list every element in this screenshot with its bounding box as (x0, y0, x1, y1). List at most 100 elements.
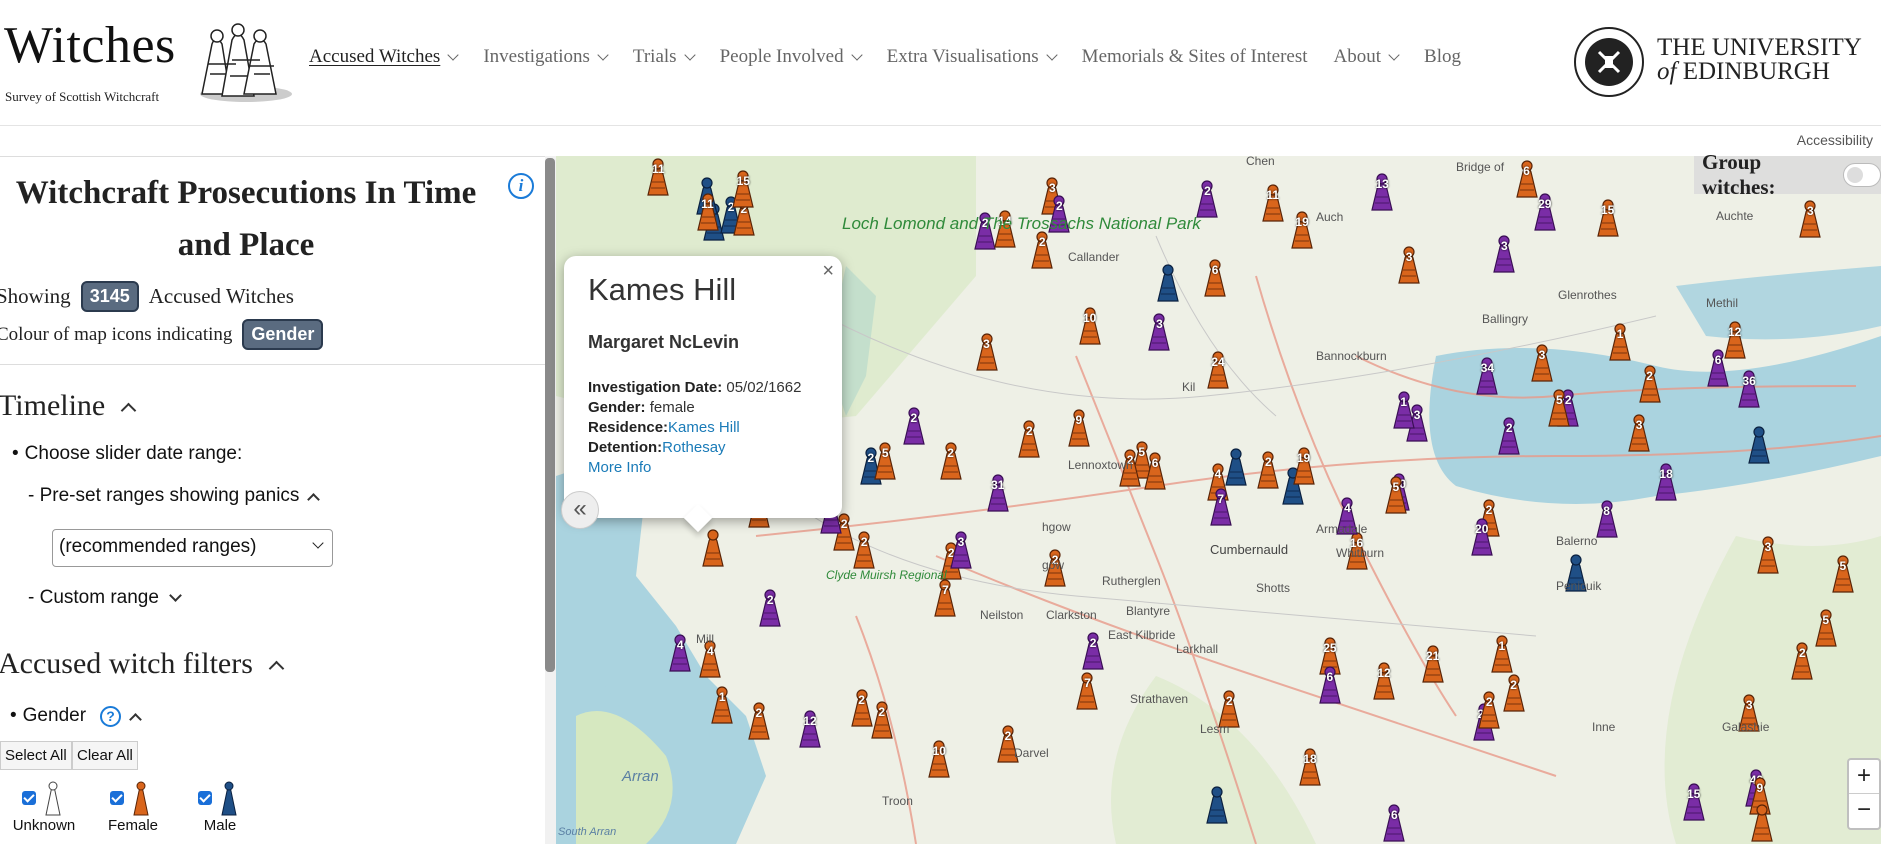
nav-about[interactable]: About (1334, 46, 1400, 68)
witch-marker[interactable]: 8 (1593, 498, 1621, 538)
witch-marker[interactable]: 5 (1829, 553, 1857, 593)
help-icon[interactable]: ? (100, 705, 122, 727)
clear-all-button[interactable]: Clear All (72, 741, 138, 770)
witch-marker[interactable]: 6 (1201, 257, 1229, 297)
gender-option-male[interactable]: Male (196, 779, 244, 834)
witch-marker[interactable]: 9 (1065, 407, 1093, 447)
witch-marker[interactable]: 7 (931, 577, 959, 617)
close-icon[interactable]: × (822, 260, 834, 283)
group-witches-toggle[interactable]: Group witches: (1694, 150, 1881, 199)
witch-marker[interactable]: 18 (1652, 461, 1680, 501)
panel-scrollbar-thumb[interactable] (545, 158, 555, 672)
witch-marker[interactable]: 2 (1636, 363, 1664, 403)
witch-marker[interactable]: 36 (1735, 368, 1763, 408)
zoom-in-button[interactable]: + (1849, 760, 1879, 794)
nav-blog[interactable]: Blog (1424, 46, 1461, 68)
witch-marker[interactable]: 2 (937, 440, 965, 480)
witch-marker[interactable]: 12 (796, 708, 824, 748)
witch-marker[interactable]: 3 (1528, 342, 1556, 382)
witch-marker[interactable]: 3 (1796, 198, 1824, 238)
gender-option-unknown[interactable]: Unknown (12, 779, 76, 834)
witch-marker[interactable]: 15 (1594, 197, 1622, 238)
witch-marker[interactable]: 7 (1207, 486, 1235, 526)
witch-marker[interactable]: 2 (1015, 418, 1043, 458)
witch-marker[interactable]: 2 (745, 700, 773, 740)
witch-marker[interactable]: 3 (1625, 412, 1653, 452)
witch-marker[interactable]: 24 (1204, 349, 1232, 390)
nav-memorials[interactable]: Memorials & Sites of Interest (1082, 46, 1308, 68)
witch-marker[interactable]: 2 (1028, 229, 1056, 269)
gender-filter-label[interactable]: • Gender ? (10, 705, 142, 727)
witch-marker[interactable]: 3 (1490, 233, 1518, 273)
witch-marker[interactable]: 15 (729, 168, 757, 208)
witch-marker[interactable]: 3 (1754, 534, 1782, 574)
witch-marker[interactable]: 6 (1141, 450, 1169, 491)
select-all-button[interactable]: Select All (0, 741, 72, 770)
nav-trials[interactable]: Trials (633, 46, 696, 68)
popup-residence-link[interactable]: Kames Hill (668, 419, 740, 436)
nav-accused-witches[interactable]: Accused Witches (309, 46, 459, 68)
witch-marker[interactable]: 2 (1500, 672, 1528, 712)
witch-marker[interactable]: 2 (850, 529, 878, 569)
witch-marker[interactable] (1154, 262, 1182, 302)
gender-option-female[interactable]: Female (108, 779, 158, 834)
witch-marker[interactable]: 2 (900, 405, 928, 445)
preset-range-select[interactable]: (recommended ranges) (52, 529, 333, 567)
university-name[interactable]: THE UNIVERSITY of EDINBURGH (1657, 35, 1862, 84)
witch-marker[interactable]: 1 (708, 684, 736, 724)
collapse-panel-button[interactable]: « (561, 491, 599, 529)
witch-marker[interactable]: 13 (1368, 171, 1396, 212)
checkbox-male[interactable] (197, 791, 212, 805)
colour-by-button[interactable]: Gender (242, 319, 324, 350)
custom-range-toggle[interactable]: - Custom range (28, 587, 182, 609)
witch-marker[interactable]: 2 (1254, 449, 1282, 489)
witch-marker[interactable]: 4 (666, 632, 694, 672)
witch-marker[interactable] (1222, 446, 1250, 486)
witch-marker[interactable]: 1 (1390, 389, 1418, 429)
witch-marker[interactable]: 10 (925, 738, 953, 778)
witch-marker[interactable]: 1 (1606, 321, 1634, 361)
witch-marker[interactable]: 5 (1545, 387, 1573, 427)
accessibility-link[interactable]: Accessibility (1797, 132, 1873, 148)
witch-marker[interactable]: 6 (1513, 158, 1541, 198)
witch-marker[interactable]: 3 (947, 529, 975, 570)
site-title[interactable]: Witches (4, 16, 176, 75)
witch-marker[interactable] (1748, 802, 1776, 842)
witch-marker[interactable]: 21 (1419, 643, 1447, 684)
witch-marker[interactable]: 11 (1259, 182, 1287, 222)
witch-marker[interactable]: 3 (973, 331, 1001, 371)
witch-marker[interactable]: 19 (1290, 445, 1318, 485)
witch-marker[interactable] (699, 527, 727, 568)
witch-marker[interactable]: 1 (1488, 633, 1516, 673)
university-crest-icon[interactable] (1573, 26, 1645, 98)
nav-extra-visualisations[interactable]: Extra Visualisations (887, 46, 1058, 68)
info-icon[interactable]: i (508, 173, 534, 199)
nav-people-involved[interactable]: People Involved (720, 46, 863, 68)
witch-marker[interactable]: 2 (756, 587, 784, 627)
filters-heading[interactable]: Accused witch filters (0, 647, 285, 681)
witch-marker[interactable]: 2 (868, 699, 896, 740)
witch-marker[interactable]: 34 (1473, 355, 1501, 395)
witch-marker[interactable] (1203, 784, 1231, 825)
zoom-out-button[interactable]: − (1849, 794, 1879, 828)
witch-marker[interactable]: 15 (1680, 781, 1708, 821)
witch-marker[interactable]: 11 (644, 156, 672, 196)
witch-marker[interactable]: 7 (1073, 670, 1101, 710)
witches-logo-icon[interactable] (182, 14, 294, 104)
nav-investigations[interactable]: Investigations (483, 46, 609, 68)
witch-marker[interactable]: 5 (1812, 607, 1840, 647)
witch-marker[interactable]: 31 (984, 472, 1012, 512)
group-witches-switch[interactable] (1842, 163, 1881, 187)
witch-marker[interactable]: 2 (1079, 630, 1107, 670)
witch-marker[interactable]: 12 (1721, 319, 1749, 359)
checkbox-unknown[interactable] (21, 791, 36, 805)
checkbox-female[interactable] (109, 791, 124, 805)
popup-more-info-link[interactable]: More Info (588, 459, 651, 476)
witch-marker[interactable]: 3 (1395, 244, 1423, 284)
witch-marker[interactable]: 5 (871, 440, 899, 480)
witch-marker[interactable]: 2 (1495, 415, 1523, 455)
witch-marker[interactable] (1745, 424, 1773, 464)
witch-marker[interactable]: 20 (1468, 516, 1496, 556)
witch-marker[interactable]: 19 (1288, 209, 1316, 249)
witch-marker[interactable]: 10 (1076, 305, 1104, 345)
